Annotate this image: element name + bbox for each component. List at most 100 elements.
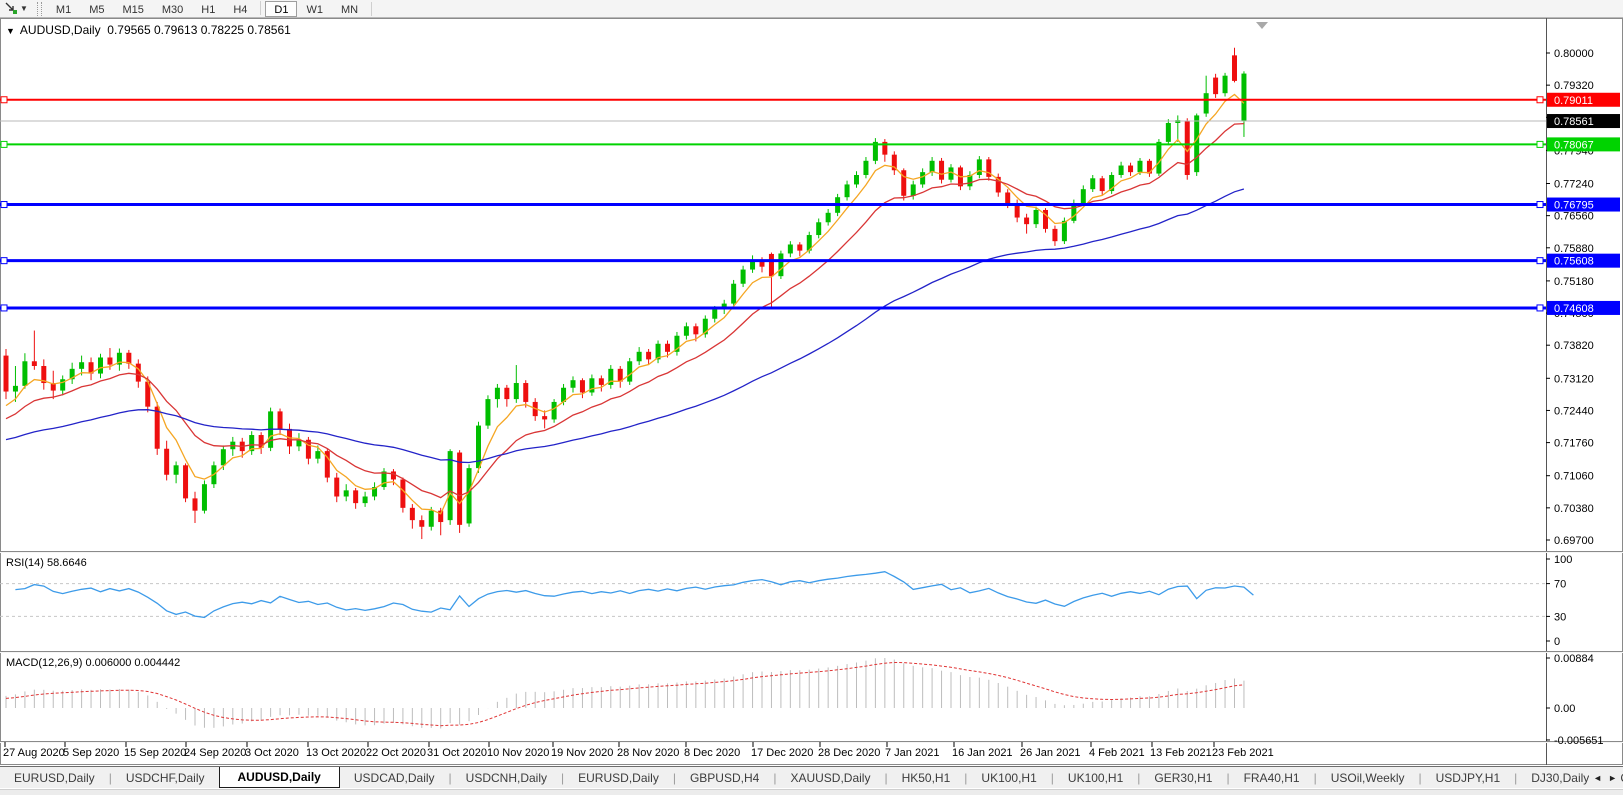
tab-gbpusd-h4[interactable]: GBPUSD,H4 [676,767,773,788]
symbol-tab-bar: EURUSD,Daily|USDCHF,DailyAUDUSD,DailyUSD… [0,766,1623,788]
time-tick-label: 26 Jan 2021 [1020,747,1081,759]
candle-body [684,326,689,335]
candle-body [1034,210,1039,224]
tab-uk100-h1[interactable]: UK100,H1 [1054,767,1137,788]
candle-body [98,357,103,373]
timeframe-button-w1[interactable]: W1 [297,1,332,17]
toolbar-separator [371,2,372,16]
candle-body [1223,76,1228,93]
candle-body [778,253,783,276]
tab-usdcad-daily[interactable]: USDCAD,Daily [340,767,449,788]
timeframe-button-m30[interactable]: M30 [153,1,192,17]
toolbar-grip-handle[interactable] [37,2,42,16]
tab-usdjpy-h1[interactable]: USDJPY,H1 [1422,767,1514,788]
candle-body [79,362,84,369]
tab-xauusd-daily[interactable]: XAUUSD,Daily [776,767,884,788]
time-tick-label: 13 Feb 2021 [1150,747,1212,759]
chevron-down-icon[interactable]: ▼ [20,4,28,13]
chart-tool-icon[interactable] [3,2,19,16]
price-badge-0.76795-label: 0.76795 [1554,200,1594,212]
candle-body [174,465,179,474]
time-tick-label: 23 Feb 2021 [1212,747,1274,759]
candle-body [32,361,37,366]
tab-audusd-daily[interactable]: AUDUSD,Daily [219,766,340,788]
candle-body [693,326,698,334]
price-tick-label: 0.77240 [1554,178,1594,190]
candle-body [1100,178,1105,191]
tab-scroll-right-icon[interactable]: ► [1608,773,1617,783]
time-tick-label: 13 Oct 2020 [306,747,366,759]
tab-scroll-left-icon[interactable]: ◄ [1593,773,1602,783]
hline-handle[interactable] [1,305,7,311]
hline-handle[interactable] [1537,258,1543,264]
rsi-tick-label: 30 [1554,611,1566,623]
time-tick-label: 28 Nov 2020 [617,747,679,759]
timeframe-button-h4[interactable]: H4 [224,1,256,17]
hline-handle[interactable] [1,258,7,264]
tab-usoil-weekly[interactable]: USOil,Weekly [1317,767,1419,788]
collapse-chart-icon[interactable]: ▼ [6,26,15,36]
timeframe-button-m1[interactable]: M1 [47,1,80,17]
hline-handle[interactable] [1537,305,1543,311]
candle-body [514,383,519,399]
tab-eurusd-daily[interactable]: EURUSD,Daily [0,767,109,788]
tab-eurusd-daily[interactable]: EURUSD,Daily [564,767,673,788]
tab-uk100-h1[interactable]: UK100,H1 [967,767,1050,788]
candle-body [429,511,434,527]
tab-ger30-h1[interactable]: GER30,H1 [1140,767,1226,788]
price-tick-label: 0.73820 [1554,340,1594,352]
tab-usdcnh-daily[interactable]: USDCNH,Daily [452,767,561,788]
candle-body [1052,229,1057,241]
macd-tick-label: 0.00884 [1554,653,1594,665]
time-tick-label: 5 Sep 2020 [63,747,119,759]
timeframe-button-m5[interactable]: M5 [80,1,113,17]
timeframe-button-mn[interactable]: MN [332,1,367,17]
candle-body [769,254,774,276]
macd-tick-label: -0.005651 [1554,735,1604,747]
timeframe-button-h1[interactable]: H1 [192,1,224,17]
time-tick-label: 17 Dec 2020 [751,747,813,759]
timeframe-button-m15[interactable]: M15 [113,1,152,17]
candle-body [665,344,670,352]
hline-handle[interactable] [1,202,7,208]
time-tick-label: 4 Feb 2021 [1089,747,1145,759]
candle-body [183,465,188,498]
candle-body [448,451,453,520]
candle-body [1185,121,1190,175]
candle-body [467,468,472,523]
candle-body [155,407,160,449]
candle-body [911,184,916,195]
candle-body [712,309,717,318]
candle-body [4,356,9,392]
time-tick-label: 7 Jan 2021 [885,747,939,759]
candle-body [1241,74,1246,121]
price-tick-label: 0.69700 [1554,535,1594,547]
hline-handle[interactable] [1537,202,1543,208]
time-tick-label: 22 Oct 2020 [366,747,426,759]
hline-handle[interactable] [1537,141,1543,147]
tab-usdchf-daily[interactable]: USDCHF,Daily [112,767,219,788]
candle-body [542,416,547,419]
timeframe-toolbar: ▼ M1M5M15M30H1H4 D1W1MN [0,0,1623,18]
rsi-indicator-label: RSI(14) 58.6646 [6,557,87,569]
time-tick-label: 19 Nov 2020 [551,747,613,759]
time-tick-label: 28 Dec 2020 [818,747,880,759]
tab-fra40-h1[interactable]: FRA40,H1 [1230,767,1314,788]
candle-body [1213,78,1218,95]
current-price-badge-label: 0.78561 [1554,116,1594,128]
macd-indicator-label: MACD(12,26,9) 0.006000 0.004442 [6,657,180,669]
candle-body [854,175,859,184]
hline-handle[interactable] [1,97,7,103]
candle-body [920,172,925,184]
candle-body [816,222,821,235]
price-tick-label: 0.70380 [1554,503,1594,515]
candle-body [731,284,736,304]
timeframe-button-d1[interactable]: D1 [265,1,297,17]
tab-hk50-h1[interactable]: HK50,H1 [888,767,965,788]
rsi-tick-label: 0 [1554,636,1560,648]
macd-tick-label: 0.00 [1554,703,1575,715]
price-chart: 0.800000.793200.786400.779400.772400.765… [0,0,1623,795]
hline-handle[interactable] [1537,97,1543,103]
hline-handle[interactable] [1,141,7,147]
candle-body [826,213,831,222]
